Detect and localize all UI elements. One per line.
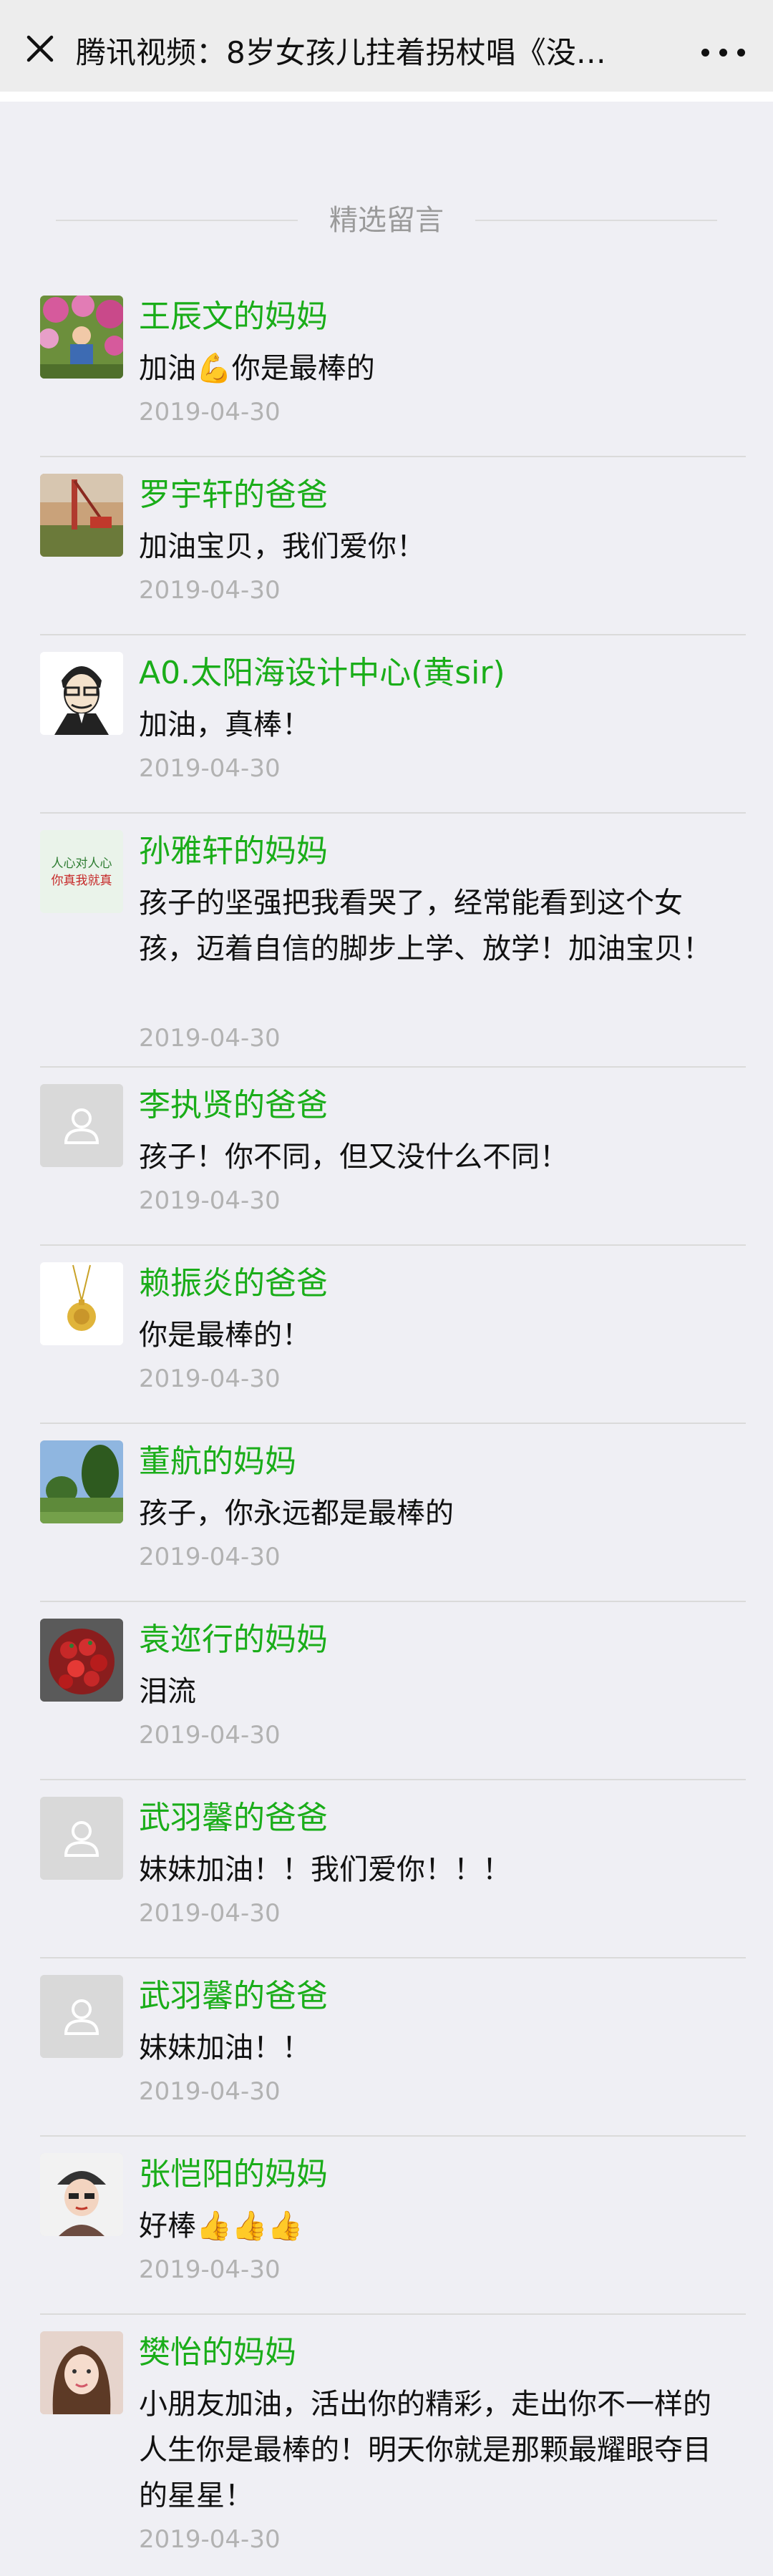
comment-date: 2019-04-30 <box>139 1721 281 1750</box>
comment-text: 孩子的坚强把我看哭了，经常能看到这个女孩，迈着自信的脚步上学、放学！加油宝贝！ <box>139 887 711 965</box>
default-user-avatar-icon <box>40 1084 123 1167</box>
comment-text: 妹妹加油！！ <box>139 2031 311 2064</box>
comment-date: 2019-04-30 <box>139 576 281 605</box>
landscape-avatar-icon <box>40 1440 123 1523</box>
comment-text: 孩子！你不同，但又没什么不同！ <box>139 1141 568 1174</box>
avatar[interactable] <box>40 652 123 735</box>
comment-text: 你是最棒的！ <box>139 1319 311 1352</box>
comment-text: 加油💪你是最棒的 <box>139 352 375 385</box>
woman-portrait-avatar-icon <box>40 2331 123 2414</box>
avatar[interactable] <box>40 1262 123 1345</box>
divider <box>40 1601 746 1602</box>
commenter-name[interactable]: 武羽馨的爸爸 <box>139 1797 328 1840</box>
avatar[interactable] <box>40 2153 123 2236</box>
commenter-name[interactable]: 张恺阳的妈妈 <box>139 2153 328 2196</box>
default-user-avatar-icon <box>40 1797 123 1880</box>
avatar[interactable] <box>40 1084 123 1167</box>
divider <box>40 2135 746 2137</box>
commenter-name[interactable]: 王辰文的妈妈 <box>139 296 328 338</box>
avatar[interactable]: 人心对人心 你真我就真 <box>40 830 123 913</box>
divider <box>475 220 717 221</box>
comment-text: 泪流 <box>139 1675 196 1708</box>
flower-photo-avatar-icon <box>40 296 123 379</box>
commenter-name[interactable]: 董航的妈妈 <box>139 1440 296 1483</box>
woman-cap-avatar-icon <box>40 2153 123 2236</box>
divider <box>40 2313 746 2315</box>
default-user-avatar-icon <box>40 1975 123 2058</box>
avatar[interactable] <box>40 1797 123 1880</box>
more-dot-icon <box>701 49 709 57</box>
comment-date: 2019-04-30 <box>139 1899 281 1928</box>
divider <box>40 456 746 457</box>
comment-date: 2019-04-30 <box>139 2255 281 2284</box>
divider <box>40 1779 746 1780</box>
avatar[interactable] <box>40 296 123 379</box>
comment-date: 2019-04-30 <box>139 1543 281 1571</box>
commenter-name[interactable]: 赖振炎的爸爸 <box>139 1262 328 1305</box>
commenter-name[interactable]: 樊怡的妈妈 <box>139 2331 296 2374</box>
comment-text: 好棒👍👍👍 <box>139 2210 303 2243</box>
close-button[interactable] <box>14 23 66 74</box>
commenter-name[interactable]: 袁迩行的妈妈 <box>139 1619 328 1662</box>
avatar[interactable] <box>40 474 123 557</box>
construction-rig-avatar-icon <box>40 474 123 557</box>
avatar[interactable] <box>40 1440 123 1523</box>
commenter-name[interactable]: 李执贤的爸爸 <box>139 1084 328 1127</box>
divider <box>40 1957 746 1958</box>
comment-date: 2019-04-30 <box>139 1186 281 1215</box>
commenter-name[interactable]: 武羽馨的爸爸 <box>139 1975 328 2018</box>
avatar[interactable] <box>40 1619 123 1702</box>
comment-date: 2019-04-30 <box>139 1365 281 1393</box>
more-button[interactable] <box>691 26 756 77</box>
page-title: 腾讯视频：8岁女孩儿拄着拐杖唱《没… <box>76 35 606 70</box>
comment-date: 2019-04-30 <box>139 754 281 783</box>
avatar[interactable] <box>40 1975 123 2058</box>
comment-date: 2019-04-30 <box>139 2077 281 2106</box>
commenter-name[interactable]: 罗宇轩的爸爸 <box>139 474 328 517</box>
more-dot-icon <box>737 49 745 57</box>
divider <box>40 812 746 814</box>
featured-comments-header: 精选留言 <box>0 187 773 252</box>
cartoon-man-avatar-icon <box>40 652 123 735</box>
close-icon <box>26 35 54 62</box>
avatar[interactable] <box>40 2331 123 2414</box>
comment-date: 2019-04-30 <box>139 2525 281 2554</box>
comment-text: 加油宝贝，我们爱你！ <box>139 530 425 563</box>
commenter-name[interactable]: A0.太阳海设计中心(黄sir) <box>139 652 505 695</box>
strawberries-avatar-icon <box>40 1619 123 1702</box>
calligraphy-avatar-icon: 人心对人心 你真我就真 <box>40 830 123 913</box>
avatar-calligraphy-line-1: 人心对人心 <box>52 857 112 871</box>
commenter-name[interactable]: 孙雅轩的妈妈 <box>139 830 328 873</box>
comment-text: 孩子，你永远都是最棒的 <box>139 1497 454 1530</box>
divider <box>40 1423 746 1424</box>
comment-date: 2019-04-30 <box>139 398 281 426</box>
comment-date: 2019-04-30 <box>139 1024 281 1053</box>
comment-text: 妹妹加油！！我们爱你！！！ <box>139 1853 511 1886</box>
gold-pendant-avatar-icon <box>40 1262 123 1345</box>
comment-text: 加油，真棒！ <box>139 708 311 741</box>
title-bar: 腾讯视频：8岁女孩儿拄着拐杖唱《没… <box>0 0 773 102</box>
divider <box>40 1244 746 1246</box>
avatar-calligraphy-line-2: 你真我就真 <box>52 874 112 888</box>
divider <box>40 1066 746 1068</box>
comment-text: 小朋友加油，活出你的精彩，走出你不一样的人生你是最棒的！明天你就是那颗最耀眼夺目… <box>139 2388 711 2512</box>
divider <box>40 634 746 635</box>
more-dot-icon <box>719 49 727 57</box>
